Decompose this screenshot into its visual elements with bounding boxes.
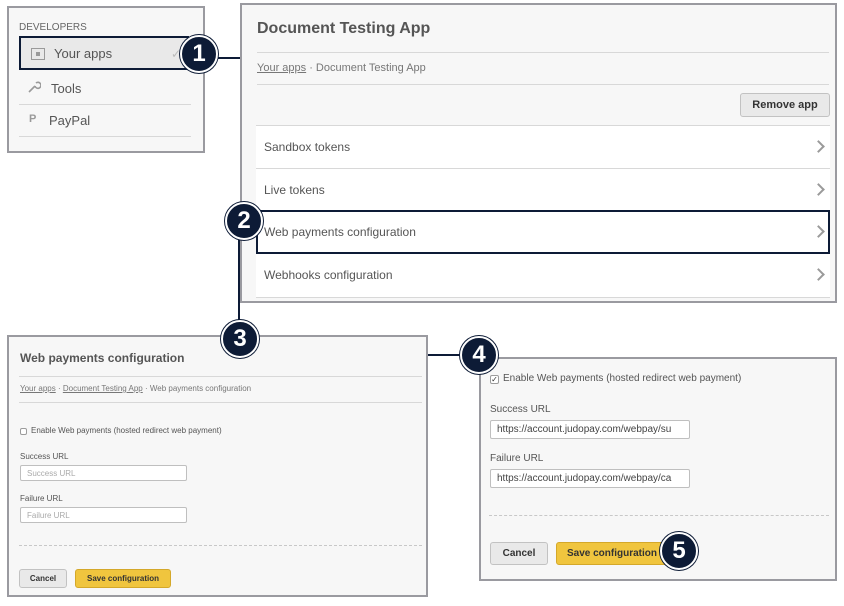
menu-item-label: Live tokens [264,183,325,197]
chevron-right-icon [812,183,825,196]
menu-item-webhooks-configuration[interactable]: Webhooks configuration [256,255,830,298]
save-configuration-button[interactable]: Save configuration [75,569,171,588]
app-detail-panel: Document Testing App Your apps · Documen… [240,3,837,303]
breadcrumb-separator: · [142,384,150,393]
developer-sidebar: DEVELOPERS Your apps ✓ Tools P PayPal [7,6,205,153]
breadcrumb-link[interactable]: Document Testing App [63,384,143,393]
app-menu-list: Sandbox tokens Live tokens Web payments … [256,125,830,298]
divider [19,136,191,137]
success-url-input[interactable]: https://account.judopay.com/webpay/su [490,420,690,439]
breadcrumb: Your apps · Document Testing App · Web p… [20,384,251,393]
callout-badge-1: 1 [180,35,218,73]
breadcrumb-current: Web payments configuration [149,384,252,393]
failure-url-input[interactable]: Failure URL [20,507,187,523]
menu-item-web-payments-configuration[interactable]: Web payments configuration [256,210,830,254]
menu-item-label: Web payments configuration [264,225,416,239]
callout-connector [428,354,464,356]
success-url-input[interactable]: Success URL [20,465,187,481]
divider [257,84,829,85]
breadcrumb-link[interactable]: Your apps [20,384,56,393]
cancel-button[interactable]: Cancel [19,569,67,588]
success-url-label: Success URL [20,452,69,461]
page-title: Web payments configuration [20,351,185,365]
failure-url-label: Failure URL [20,494,63,503]
failure-url-label: Failure URL [490,453,544,464]
callout-badge-3: 3 [221,320,259,358]
success-url-label: Success URL [490,404,551,415]
breadcrumb-current: Document Testing App [315,62,426,74]
menu-item-label: Sandbox tokens [264,140,351,154]
callout-badge-4: 4 [460,336,498,374]
sidebar-item-tools[interactable]: Tools [21,74,191,104]
checkbox-label: Enable Web payments (hosted redirect web… [31,426,222,435]
sidebar-item-label: PayPal [49,113,91,128]
menu-item-live-tokens[interactable]: Live tokens [256,169,830,211]
sidebar-item-label: Your apps [54,46,113,61]
breadcrumb: Your apps · Document Testing App [257,62,426,74]
breadcrumb-link[interactable]: Your apps [257,62,306,74]
app-window-icon [31,47,45,60]
divider [489,515,829,516]
enable-web-payments-checkbox[interactable]: ✓ [490,375,499,384]
menu-item-label: Webhooks configuration [264,268,393,282]
remove-app-button[interactable]: Remove app [740,93,830,117]
web-payments-config-panel: Web payments configuration Your apps · D… [7,335,428,597]
paypal-icon: P [29,113,37,125]
sidebar-item-paypal[interactable]: P PayPal [21,106,191,136]
save-configuration-button[interactable]: Save configuration [556,542,668,565]
web-payments-config-filled-panel: ✓ Enable Web payments (hosted redirect w… [479,357,837,581]
chevron-right-icon [812,140,825,153]
sidebar-item-your-apps[interactable]: Your apps ✓ [19,36,189,70]
sidebar-section-label: DEVELOPERS [19,22,87,33]
menu-item-sandbox-tokens[interactable]: Sandbox tokens [256,126,830,169]
cancel-button[interactable]: Cancel [490,542,548,565]
divider [19,376,422,377]
divider [19,545,422,546]
checkbox-label: Enable Web payments (hosted redirect web… [503,373,742,384]
callout-connector [238,238,240,322]
divider [257,52,829,53]
breadcrumb-separator: · [306,62,316,74]
sidebar-item-label: Tools [51,81,82,96]
chevron-right-icon [812,225,825,238]
wrench-icon [27,80,42,99]
enable-web-payments-checkbox[interactable] [20,428,27,435]
breadcrumb-separator: · [55,384,63,393]
divider [19,402,422,403]
divider [19,104,191,105]
failure-url-input[interactable]: https://account.judopay.com/webpay/ca [490,469,690,488]
callout-badge-5: 5 [660,532,698,570]
chevron-right-icon [812,268,825,281]
callout-connector [216,57,242,59]
callout-badge-2: 2 [225,202,263,240]
page-title: Document Testing App [257,20,431,37]
